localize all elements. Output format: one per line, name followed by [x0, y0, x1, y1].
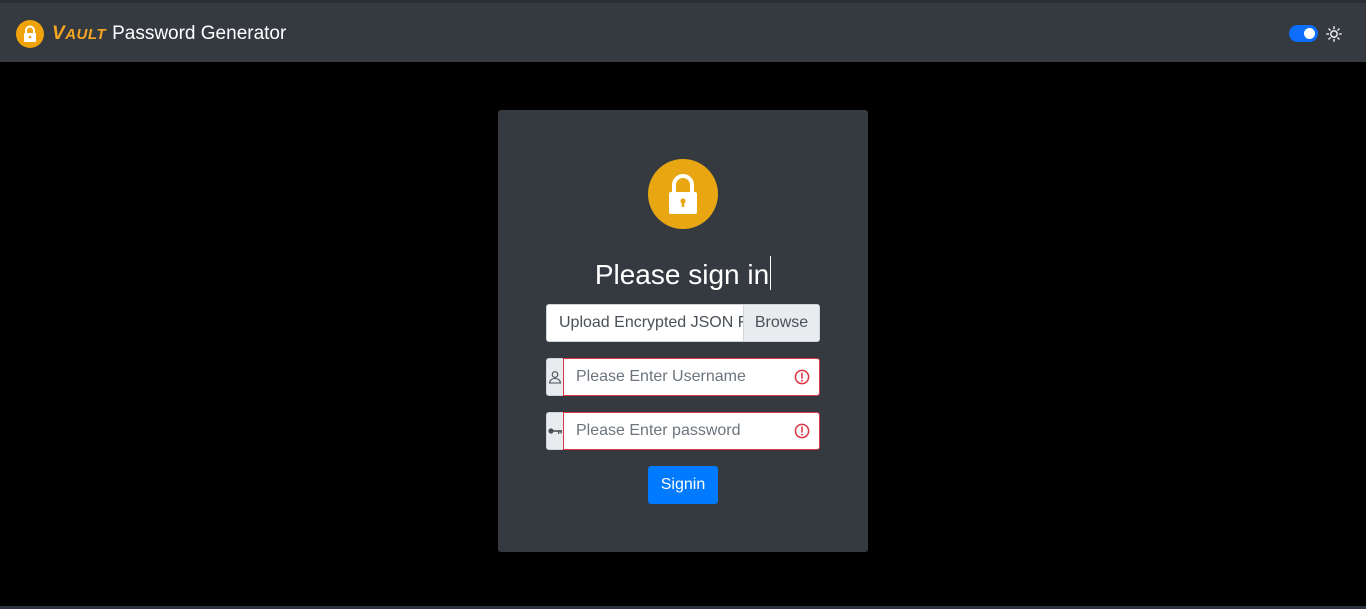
- theme-switch: [1289, 25, 1342, 42]
- text-caret: [770, 256, 772, 290]
- page-title: Please sign in: [498, 256, 868, 291]
- top-navbar: VAULT Password Generator: [0, 0, 1366, 62]
- user-icon: [546, 358, 563, 396]
- exclamation-circle-icon: [794, 423, 810, 439]
- password-input[interactable]: [563, 412, 820, 450]
- signin-card: Please sign in Upload Encrypted JSON Fil…: [498, 110, 868, 552]
- exclamation-circle-icon: [794, 369, 810, 385]
- username-input[interactable]: [563, 358, 820, 396]
- file-upload-input[interactable]: Upload Encrypted JSON File Browse: [546, 304, 820, 342]
- lock-icon: [648, 159, 718, 229]
- key-icon: [546, 412, 563, 450]
- lock-icon: [16, 20, 44, 48]
- file-upload-label: Upload Encrypted JSON File: [559, 314, 743, 331]
- brand-vault-wordmark: VAULT: [52, 23, 107, 44]
- brand-title: Password Generator: [112, 23, 287, 44]
- browse-button[interactable]: Browse: [743, 305, 819, 341]
- password-group: [546, 412, 820, 450]
- signin-button[interactable]: Signin: [648, 466, 718, 504]
- username-group: [546, 358, 820, 396]
- brand[interactable]: VAULT Password Generator: [16, 19, 286, 49]
- theme-toggle[interactable]: [1289, 25, 1318, 42]
- sun-icon: [1326, 25, 1342, 42]
